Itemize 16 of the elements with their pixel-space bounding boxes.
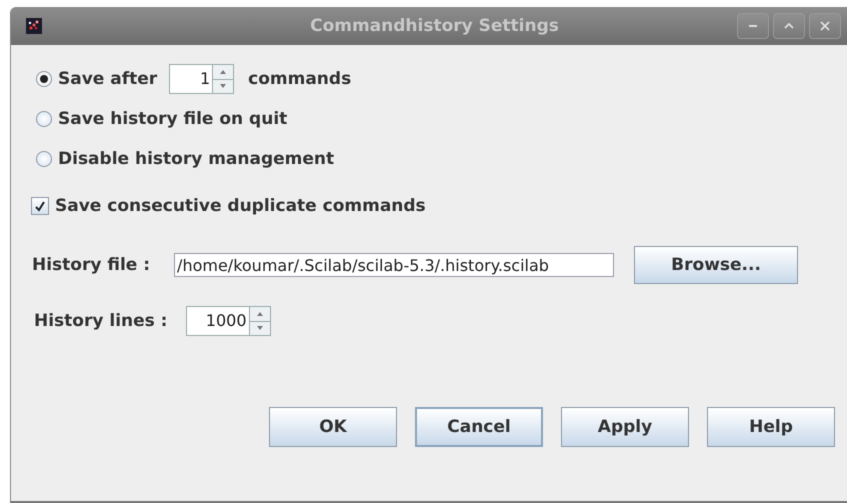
option-label: Disable history management bbox=[58, 149, 334, 169]
dialog-button[interactable]: Help bbox=[707, 407, 835, 447]
dialog-button[interactable]: OK bbox=[269, 407, 397, 447]
option-label: Save after bbox=[58, 69, 158, 89]
field-label: History file : bbox=[32, 255, 150, 275]
window-title: Commandhistory Settings bbox=[309, 16, 560, 36]
dialog-button[interactable]: Cancel bbox=[415, 407, 543, 447]
checkbox-label: Save consecutive duplicate commands bbox=[55, 196, 426, 216]
option-label: Save history file on quit bbox=[58, 109, 288, 129]
browse-button[interactable]: Browse... bbox=[634, 246, 798, 284]
dialog-button[interactable]: Apply bbox=[561, 407, 689, 447]
path-field[interactable]: /home/koumar/.Scilab/scilab-5.3/.history.scilab bbox=[174, 253, 614, 277]
option-label: commands bbox=[248, 69, 352, 89]
number-spinner[interactable]: 1 bbox=[169, 64, 234, 94]
field-label: History lines : bbox=[34, 311, 168, 331]
number-spinner[interactable]: 1000 bbox=[186, 306, 270, 336]
